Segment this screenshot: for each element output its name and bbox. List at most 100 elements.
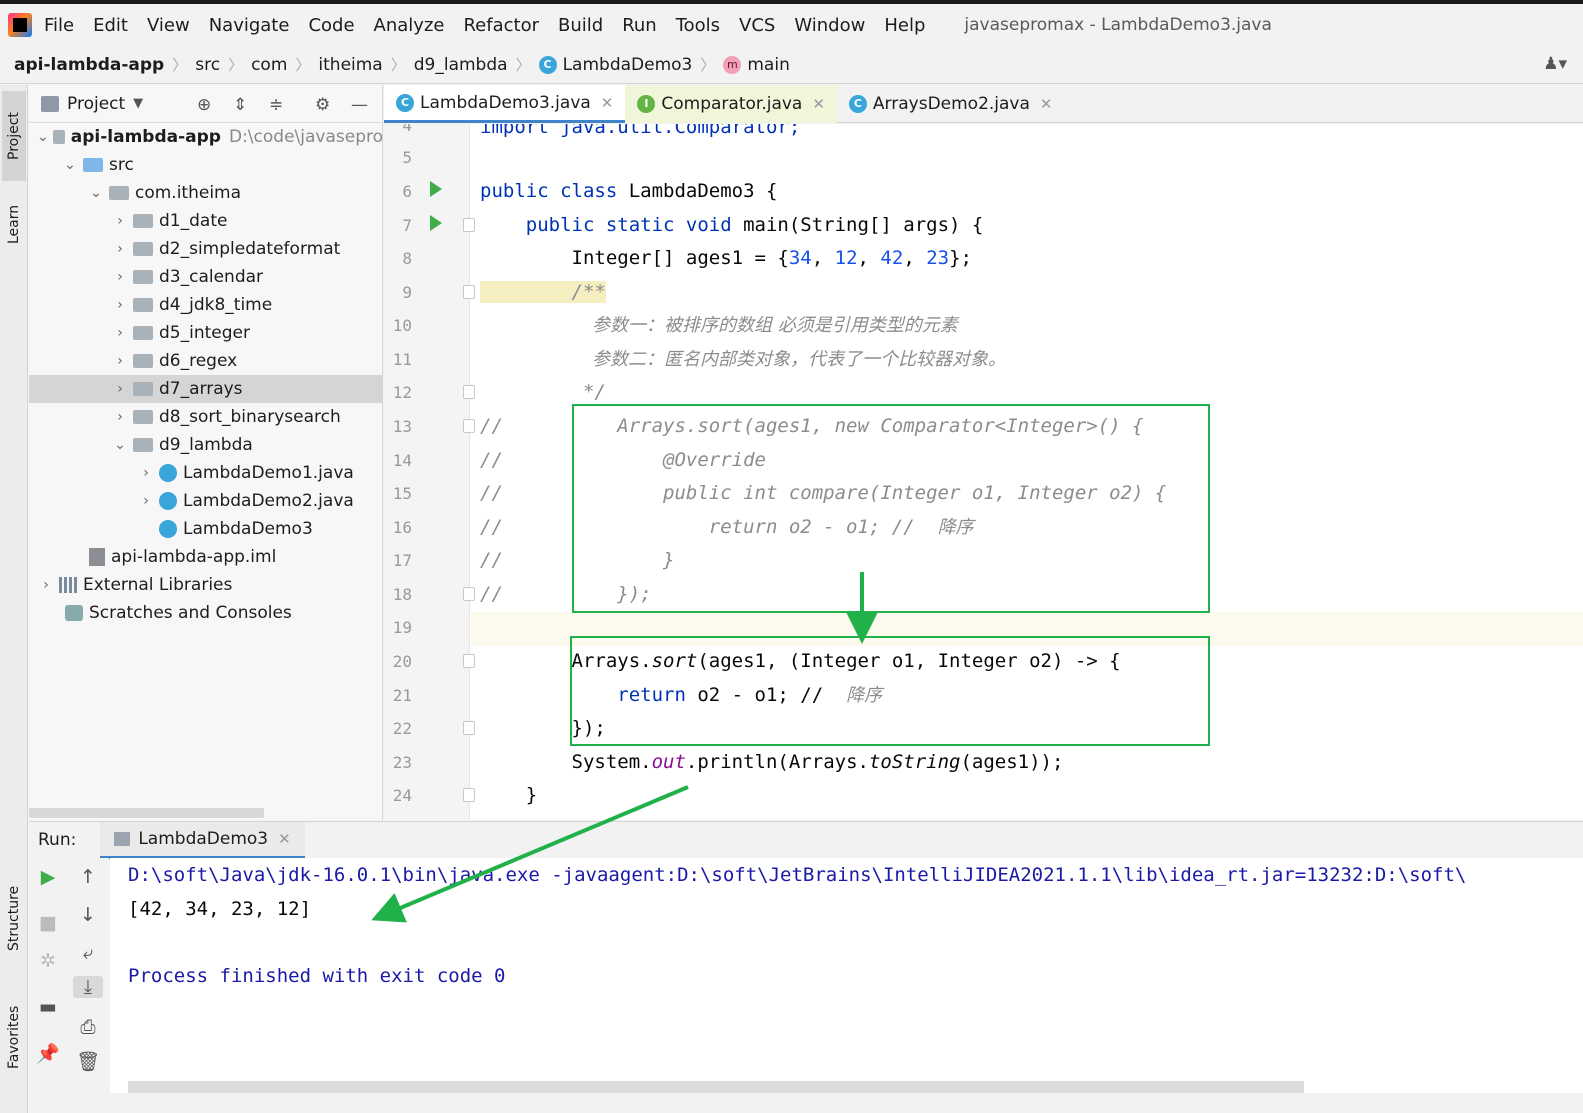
project-view-selector[interactable]: Project (67, 94, 125, 114)
fold-icon[interactable] (463, 385, 475, 399)
breadcrumb-method[interactable]: m main (723, 55, 790, 75)
chevron-right-icon[interactable]: › (111, 325, 129, 341)
tree-item-d6[interactable]: › d6_regex (29, 347, 382, 375)
learn-tool-tab[interactable]: Learn (2, 189, 26, 259)
fold-icon[interactable] (463, 788, 475, 802)
horizontal-scrollbar[interactable] (128, 1081, 1304, 1093)
arrow-down-icon[interactable]: ↓ (73, 904, 103, 926)
hide-panel-icon[interactable]: — (351, 95, 368, 115)
tree-item-iml[interactable]: api-lambda-app.iml (29, 543, 382, 571)
menu-refactor[interactable]: Refactor (463, 15, 539, 36)
chevron-right-icon[interactable]: › (111, 213, 129, 229)
fold-icon[interactable] (463, 721, 475, 735)
close-icon[interactable]: ✕ (1040, 95, 1053, 113)
chevron-right-icon[interactable]: › (111, 297, 129, 313)
chevron-right-icon[interactable]: › (137, 493, 155, 509)
expand-all-icon[interactable]: ⇕ (233, 95, 247, 115)
code-editor[interactable]: 4 5 6 7 8 9 10 11 12 13 14 15 16 17 18 1… (384, 124, 1583, 820)
run-tab-lambdademo3[interactable]: LambdaDemo3 ✕ (100, 821, 305, 859)
tree-item-d3[interactable]: › d3_calendar (29, 263, 382, 291)
tree-item-d2[interactable]: › d2_simpledateformat (29, 235, 382, 263)
run-main-icon[interactable] (430, 215, 442, 231)
breadcrumb-itheima[interactable]: itheima (318, 55, 382, 75)
tree-item-d7[interactable]: › d7_arrays (29, 375, 382, 403)
fold-icon[interactable] (463, 285, 475, 299)
menu-code[interactable]: Code (308, 15, 354, 36)
tree-item-lambdademo2[interactable]: › LambdaDemo2.java (29, 487, 382, 515)
rerun-icon[interactable]: ▶ (33, 866, 63, 888)
breadcrumb-src[interactable]: src (195, 55, 220, 75)
breadcrumb-package[interactable]: d9_lambda (414, 55, 508, 75)
run-class-icon[interactable] (430, 181, 442, 197)
fold-icon[interactable] (463, 654, 475, 668)
fold-icon[interactable] (463, 218, 475, 232)
chevron-down-icon[interactable]: ⌄ (87, 185, 105, 201)
tree-item-lambdademo1[interactable]: › LambdaDemo1.java (29, 459, 382, 487)
print-icon[interactable]: ⎙ (73, 1016, 103, 1038)
menu-file[interactable]: File (44, 15, 74, 36)
tree-item-external-libraries[interactable]: › External Libraries (29, 571, 382, 599)
close-icon[interactable]: ✕ (812, 95, 825, 113)
tree-item-lambdademo3[interactable]: LambdaDemo3 (29, 515, 382, 543)
chevron-right-icon[interactable]: › (37, 577, 55, 593)
tree-item-d8[interactable]: › d8_sort_binarysearch (29, 403, 382, 431)
menu-help[interactable]: Help (884, 15, 925, 36)
close-icon[interactable]: ✕ (601, 94, 614, 112)
tree-item-src[interactable]: ⌄ src (29, 151, 382, 179)
soft-wrap-icon[interactable]: ⤶ (73, 942, 103, 964)
chevron-right-icon[interactable]: › (137, 465, 155, 481)
gear-icon[interactable]: ⚙ (315, 95, 330, 115)
chevron-right-icon[interactable]: › (111, 269, 129, 285)
pin-icon[interactable]: 📌 (33, 1042, 63, 1065)
breadcrumb-class[interactable]: C LambdaDemo3 (538, 55, 692, 75)
arrow-up-icon[interactable]: ↑ (73, 866, 103, 888)
collapse-all-icon[interactable]: ≑ (269, 95, 283, 115)
tree-item-scratches[interactable]: Scratches and Consoles (29, 599, 382, 627)
menu-navigate[interactable]: Navigate (209, 15, 290, 36)
menu-build[interactable]: Build (558, 15, 603, 36)
chevron-right-icon[interactable]: › (111, 353, 129, 369)
tree-item-package[interactable]: ⌄ com.itheima (29, 179, 382, 207)
menu-edit[interactable]: Edit (93, 15, 128, 36)
tree-item-d1[interactable]: › d1_date (29, 207, 382, 235)
chevron-down-icon[interactable]: ⌄ (61, 157, 79, 173)
code-number: 12 (834, 247, 858, 269)
tab-lambdademo3[interactable]: C LambdaDemo3.java ✕ (384, 85, 626, 123)
chevron-down-icon[interactable]: ⌄ (37, 129, 49, 145)
project-tool-tab[interactable]: Project (2, 91, 26, 181)
breadcrumb-project[interactable]: api-lambda-app (14, 55, 164, 75)
layout-icon[interactable]: ▬ (33, 996, 63, 1018)
tab-comparator[interactable]: I Comparator.java ✕ (625, 85, 837, 123)
chevron-right-icon[interactable]: › (111, 409, 129, 425)
menu-tools[interactable]: Tools (676, 15, 720, 36)
line-number: 7 (402, 216, 412, 235)
debug-icon[interactable]: ✲ (33, 950, 63, 972)
trash-icon[interactable]: 🗑 (73, 1050, 103, 1073)
tree-item-d9[interactable]: ⌄ d9_lambda (29, 431, 382, 459)
menu-window[interactable]: Window (794, 15, 865, 36)
tree-item-d4[interactable]: › d4_jdk8_time (29, 291, 382, 319)
structure-tool-tab[interactable]: Structure (2, 871, 26, 966)
console-output[interactable]: D:\soft\Java\jdk-16.0.1\bin\java.exe -ja… (110, 858, 1583, 1093)
user-account-icon[interactable]: ♟▾ (1543, 54, 1567, 74)
menu-analyze[interactable]: Analyze (374, 15, 445, 36)
menu-view[interactable]: View (147, 15, 190, 36)
stop-icon[interactable]: ■ (33, 912, 63, 934)
scroll-to-end-icon[interactable]: ⤓ (73, 976, 103, 998)
horizontal-scrollbar[interactable] (29, 808, 264, 818)
menu-vcs[interactable]: VCS (739, 15, 775, 36)
tab-arraysdemo2[interactable]: C ArraysDemo2.java ✕ (837, 85, 1065, 123)
tree-item-d5[interactable]: › d5_integer (29, 319, 382, 347)
fold-icon[interactable] (463, 587, 475, 601)
tree-item-root[interactable]: ⌄ api-lambda-app D:\code\javasepro (29, 123, 382, 151)
locate-icon[interactable]: ⊕ (197, 95, 211, 115)
favorites-tool-tab[interactable]: Favorites (2, 989, 26, 1085)
chevron-right-icon[interactable]: › (111, 381, 129, 397)
chevron-right-icon[interactable]: › (111, 241, 129, 257)
breadcrumb-com[interactable]: com (251, 55, 287, 75)
chevron-down-icon[interactable]: ⌄ (111, 437, 129, 453)
chevron-down-icon[interactable]: ▼ (133, 96, 143, 111)
fold-icon[interactable] (463, 419, 475, 433)
menu-run[interactable]: Run (622, 15, 657, 36)
close-icon[interactable]: ✕ (278, 830, 291, 848)
